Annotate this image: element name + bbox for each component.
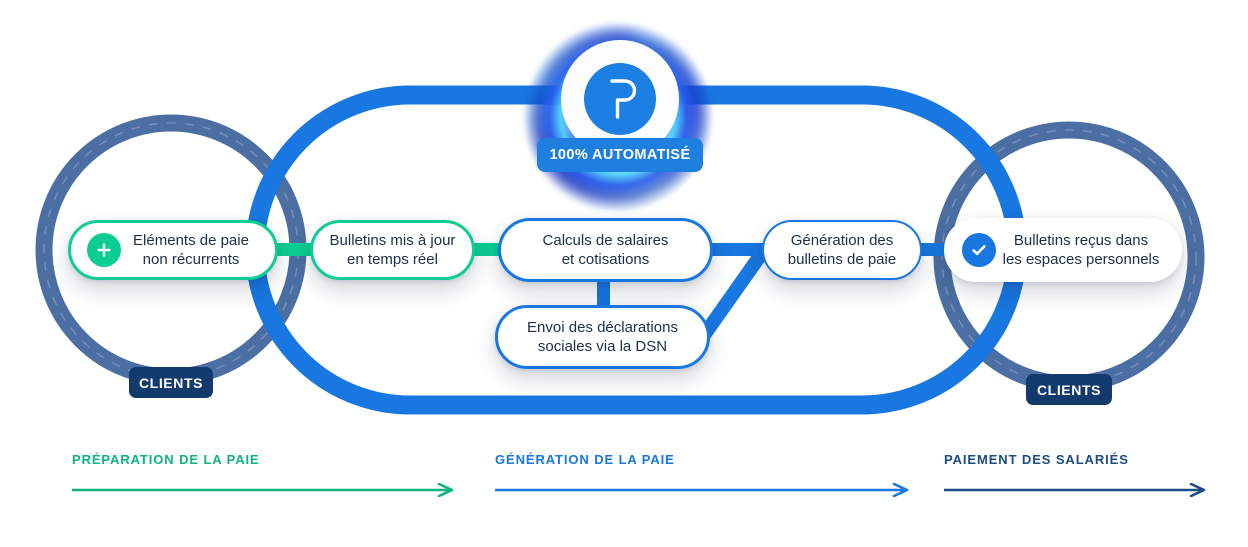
connector-calculs-generation — [706, 243, 766, 256]
node-elements-de-paie[interactable]: Eléments de paie non récurrents — [68, 220, 278, 280]
node-bulletins-recus[interactable]: Bulletins reçus dans les espaces personn… — [944, 218, 1182, 282]
check-icon — [962, 233, 996, 267]
node-label: Eléments de paie non récurrents — [133, 232, 249, 268]
phase-paiement: PAIEMENT DES SALARIÉS — [944, 452, 1212, 497]
phase-label: PRÉPARATION DE LA PAIE — [72, 452, 260, 467]
plus-icon — [87, 233, 121, 267]
payfit-logo-icon — [584, 63, 656, 135]
phase-label: GÉNÉRATION DE LA PAIE — [495, 452, 675, 467]
phase-arrow — [72, 483, 454, 497]
clients-badge-left: CLIENTS — [129, 367, 213, 398]
node-calculs-de-salaires[interactable]: Calculs de salaires et cotisations — [498, 218, 713, 282]
phase-arrow — [495, 483, 909, 497]
node-label: Génération des bulletins de paie — [787, 232, 897, 268]
node-label: Envoi des déclarations sociales via la D… — [527, 319, 678, 355]
node-generation-bulletins[interactable]: Génération des bulletins de paie — [762, 220, 922, 280]
node-label: Bulletins reçus dans les espaces personn… — [1002, 232, 1160, 268]
phase-arrow — [944, 483, 1206, 497]
phase-generation: GÉNÉRATION DE LA PAIE — [495, 452, 915, 497]
node-bulletins-mis-a-jour[interactable]: Bulletins mis à jour en temps réel — [310, 220, 475, 280]
node-envoi-declarations-dsn[interactable]: Envoi des déclarations sociales via la D… — [495, 305, 710, 369]
node-label: Calculs de salaires et cotisations — [542, 232, 669, 268]
automation-badge: 100% AUTOMATISÉ — [537, 138, 703, 172]
node-label: Bulletins mis à jour en temps réel — [329, 232, 456, 268]
diagram-canvas: 100% AUTOMATISÉ Eléments de paie non réc… — [0, 0, 1248, 547]
connector-dsn-generation — [696, 248, 768, 343]
clients-badge-right: CLIENTS — [1026, 374, 1112, 405]
phase-label: PAIEMENT DES SALARIÉS — [944, 452, 1129, 467]
phase-preparation: PRÉPARATION DE LA PAIE — [72, 452, 460, 497]
